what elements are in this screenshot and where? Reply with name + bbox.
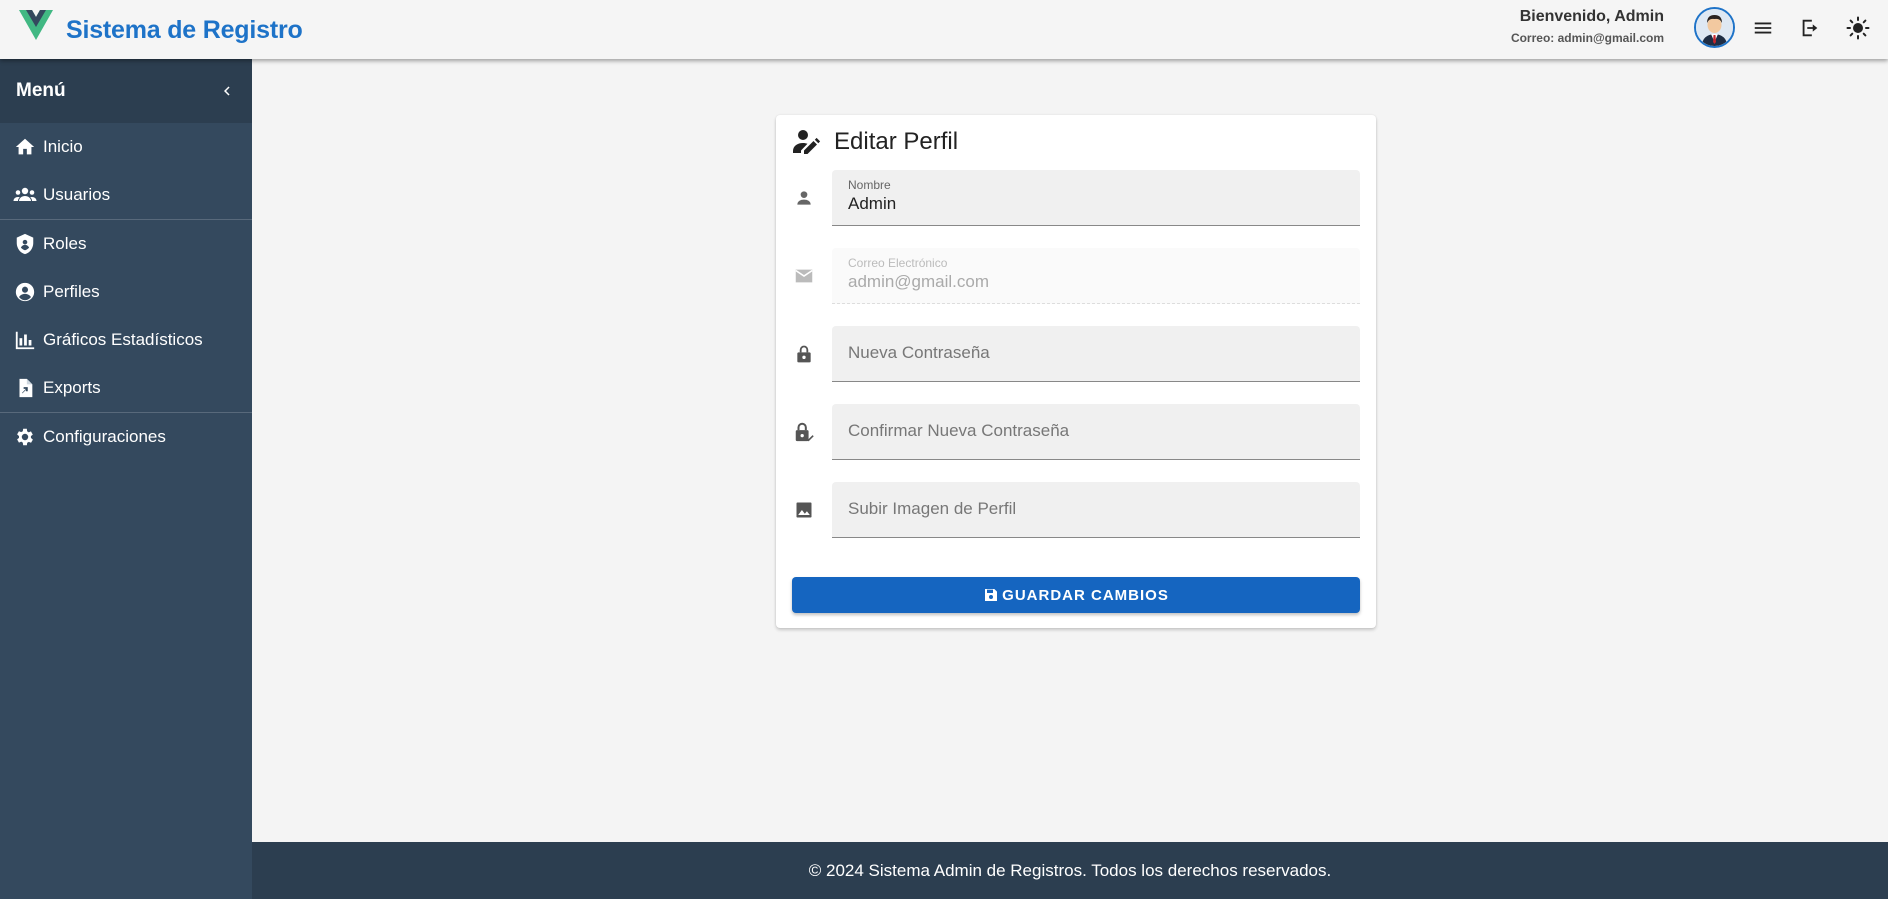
sidebar-item-label: Inicio	[43, 137, 83, 156]
sidebar-item-configuraciones[interactable]: Configuraciones	[0, 413, 252, 461]
sidebar-item-label: Exports	[43, 378, 101, 397]
save-button[interactable]: GUARDAR CAMBIOS	[792, 577, 1360, 613]
users-icon	[13, 183, 37, 207]
sidebar-item-label: Perfiles	[43, 282, 100, 301]
profile-image-input[interactable]	[848, 499, 1344, 519]
correo-field: Correo Electrónico	[832, 248, 1360, 304]
password-field[interactable]	[832, 326, 1360, 382]
password-input[interactable]	[848, 343, 1344, 363]
save-button-label: GUARDAR CAMBIOS	[1002, 586, 1169, 604]
sidebar-item-usuarios[interactable]: Usuarios	[0, 171, 252, 219]
brightness-icon[interactable]	[1845, 15, 1871, 41]
user-email: Correo: admin@gmail.com	[1510, 31, 1664, 45]
correo-row: Correo Electrónico	[792, 248, 1360, 304]
nombre-input[interactable]	[848, 194, 1344, 214]
correo-input	[848, 272, 1344, 292]
card-header: Editar Perfil	[792, 127, 958, 157]
sidebar-header: Menú	[0, 59, 252, 123]
confirm-password-field[interactable]	[832, 404, 1360, 460]
sidebar-item-label: Configuraciones	[43, 427, 166, 446]
save-icon	[985, 589, 998, 601]
home-icon	[13, 135, 37, 159]
app-footer: © 2024 Sistema Admin de Registros. Todos…	[252, 842, 1888, 899]
sidebar-item-graficos[interactable]: Gráficos Estadísticos	[0, 316, 252, 364]
image-icon	[792, 498, 816, 522]
avatar[interactable]	[1694, 7, 1735, 48]
sidebar-item-inicio[interactable]: Inicio	[0, 123, 252, 171]
nombre-label: Nombre	[848, 178, 891, 192]
bar-chart-icon	[13, 328, 37, 352]
image-row	[792, 482, 1360, 538]
sidebar-item-label: Gráficos Estadísticos	[43, 330, 203, 349]
nombre-field[interactable]: Nombre	[832, 170, 1360, 226]
confirm-row	[792, 404, 1360, 460]
file-export-icon	[13, 376, 37, 400]
email-icon	[792, 264, 816, 288]
welcome-text: Bienvenido, Admin	[1519, 8, 1664, 25]
correo-label: Correo Electrónico	[848, 256, 948, 270]
shield-icon	[13, 232, 37, 256]
confirm-password-input[interactable]	[848, 421, 1344, 441]
sidebar-item-perfiles[interactable]: Perfiles	[0, 268, 252, 316]
menu-icon[interactable]	[1750, 15, 1776, 41]
chevron-left-icon[interactable]	[218, 82, 236, 100]
password-row	[792, 326, 1360, 382]
footer-text: © 2024 Sistema Admin de Registros. Todos…	[808, 860, 1332, 880]
sidebar-item-label: Usuarios	[43, 185, 111, 204]
nombre-row: Nombre	[792, 170, 1360, 226]
logout-icon[interactable]	[1797, 15, 1823, 41]
sidebar-item-roles[interactable]: Roles	[0, 220, 252, 268]
lock-icon	[792, 342, 816, 366]
gear-icon	[13, 425, 37, 449]
app-header: Sistema de Registro Bienvenido, Admin Co…	[0, 0, 1888, 59]
user-info: Bienvenido, Admin Correo: admin@gmail.co…	[1511, 8, 1664, 45]
sidebar-item-exports[interactable]: Exports	[0, 364, 252, 412]
person-edit-icon	[793, 130, 821, 154]
sidebar: Menú Inicio Usuarios Roles Perfiles Gráf…	[0, 59, 252, 899]
sidebar-item-label: Roles	[43, 234, 87, 253]
account-circle-icon	[13, 280, 37, 304]
profile-image-field[interactable]	[832, 482, 1360, 538]
sidebar-title: Menú	[16, 80, 66, 101]
app-brand[interactable]: Sistema de Registro	[66, 16, 303, 45]
edit-profile-card: Editar Perfil Nombre Correo Electrónico	[776, 115, 1376, 628]
person-icon	[792, 186, 816, 210]
card-title: Editar Perfil	[834, 128, 959, 155]
lock-check-icon	[792, 420, 816, 444]
vue-logo-icon[interactable]	[19, 10, 53, 40]
